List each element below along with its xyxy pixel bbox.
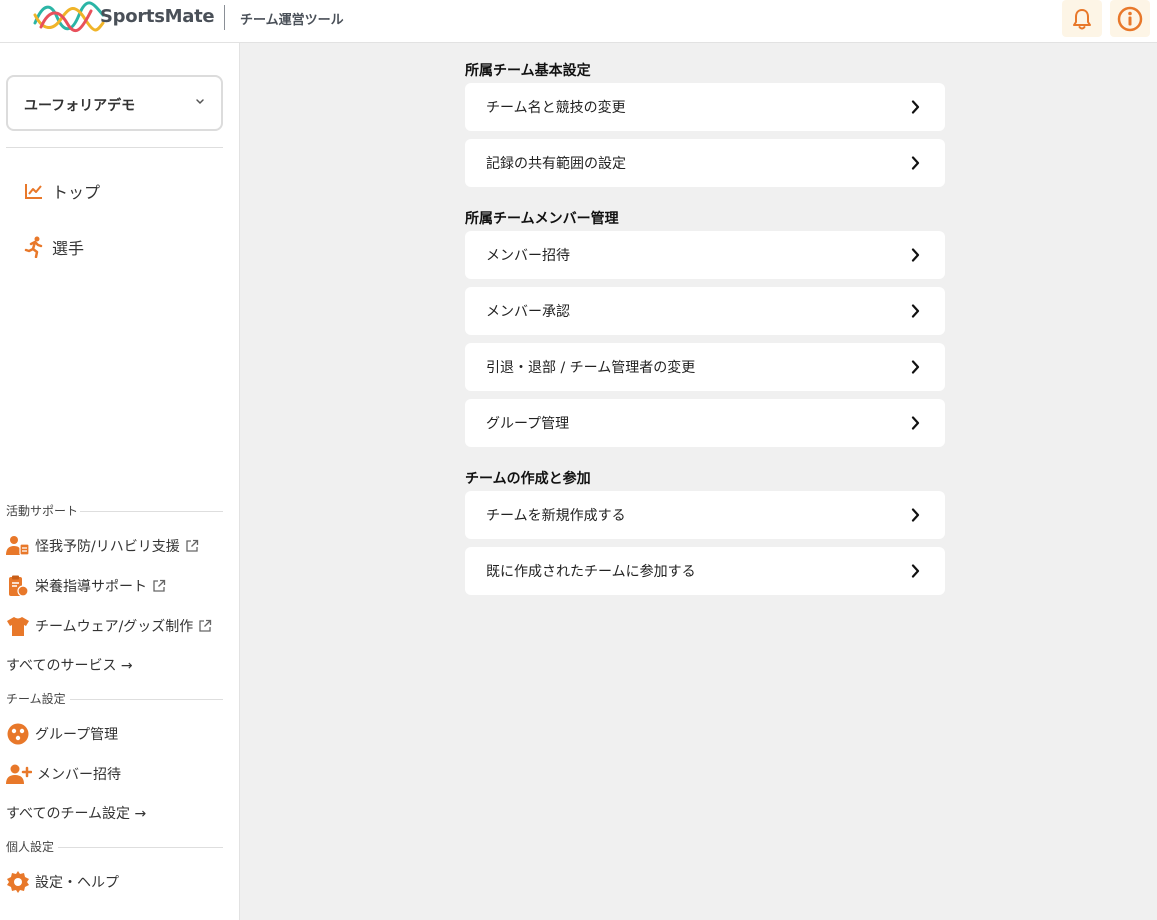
settings-item-share-scope[interactable]: 記録の共有範囲の設定 <box>465 139 945 187</box>
nav-item-label: トップ <box>52 183 101 202</box>
app-header: SportsMate チーム運営ツール <box>0 0 1157 43</box>
team-selector-value: ユーフォリアデモ <box>24 98 136 114</box>
chart-line-icon <box>25 184 42 199</box>
sidebar-item-label: 栄養指導サポート <box>35 579 147 595</box>
notifications-button[interactable] <box>1062 0 1102 37</box>
settings-item-label: チーム名と競技の変更 <box>486 100 626 116</box>
settings-item-label: メンバー承認 <box>486 304 570 320</box>
section-divider <box>70 699 223 700</box>
rehab-support-icon <box>6 536 30 556</box>
chevron-right-icon <box>911 248 920 262</box>
settings-item-label: 引退・退部 / チーム管理者の変更 <box>486 360 696 376</box>
section-title-member-management: 所属チームメンバー管理 <box>465 211 619 227</box>
settings-item-member-approval[interactable]: メンバー承認 <box>465 287 945 335</box>
nav-item-top[interactable]: トップ <box>24 178 100 204</box>
external-link-icon <box>198 619 212 633</box>
runner-icon <box>24 236 43 258</box>
section-label-team-settings: チーム設定 <box>6 692 66 706</box>
sidebar: ユーフォリアデモ トップ 選手 活動サポート 怪我予防/リハビリ支援 栄養指導サ… <box>0 43 240 920</box>
sidebar-item-group-management[interactable]: グループ管理 <box>6 722 118 746</box>
sidebar-item-label: 設定・ヘルプ <box>35 875 119 891</box>
tshirt-icon <box>7 617 29 636</box>
brand-name: SportsMate <box>100 6 215 27</box>
settings-item-create-team[interactable]: チームを新規作成する <box>465 491 945 539</box>
section-title-create-join: チームの作成と参加 <box>465 471 591 487</box>
sidebar-item-team-wear[interactable]: チームウェア/グッズ制作 <box>6 614 212 638</box>
settings-item-label: メンバー招待 <box>486 248 570 264</box>
sidebar-item-member-invite[interactable]: メンバー招待 <box>6 762 121 786</box>
sidebar-item-label: メンバー招待 <box>37 767 121 783</box>
settings-item-label: 既に作成されたチームに参加する <box>486 564 696 580</box>
sidebar-item-label: グループ管理 <box>35 727 119 743</box>
section-label-activity-support: 活動サポート <box>6 504 79 518</box>
sportsmate-logo-icon[interactable] <box>33 1 105 35</box>
group-icon <box>7 723 29 745</box>
section-label-personal-settings: 個人設定 <box>6 840 55 854</box>
settings-item-member-invite[interactable]: メンバー招待 <box>465 231 945 279</box>
nutrition-clipboard-icon <box>9 575 29 597</box>
chevron-right-icon <box>911 360 920 374</box>
settings-item-label: チームを新規作成する <box>486 508 626 524</box>
info-button[interactable] <box>1110 0 1150 37</box>
sidebar-item-rehab-support[interactable]: 怪我予防/リハビリ支援 <box>6 534 199 558</box>
bell-icon <box>1073 8 1091 29</box>
settings-item-label: グループ管理 <box>486 416 570 432</box>
all-team-settings-link[interactable]: すべてのチーム設定 → <box>6 803 146 823</box>
chevron-right-icon <box>911 304 920 318</box>
chevron-right-icon <box>911 100 920 114</box>
nav-item-label: 選手 <box>52 239 85 258</box>
settings-item-retire-admin-change[interactable]: 引退・退部 / チーム管理者の変更 <box>465 343 945 391</box>
nav-item-players[interactable]: 選手 <box>24 234 84 260</box>
user-plus-icon <box>6 764 32 784</box>
chevron-down-icon <box>196 99 204 105</box>
sidebar-divider <box>6 147 223 148</box>
gear-icon <box>7 871 29 893</box>
section-divider <box>58 847 223 848</box>
settings-item-join-team[interactable]: 既に作成されたチームに参加する <box>465 547 945 595</box>
sidebar-item-label: 怪我予防/リハビリ支援 <box>35 539 180 555</box>
section-divider <box>80 511 223 512</box>
chevron-right-icon <box>911 564 920 578</box>
team-selector[interactable]: ユーフォリアデモ <box>6 75 223 131</box>
sidebar-item-nutrition-support[interactable]: 栄養指導サポート <box>6 574 166 598</box>
tool-name: チーム運営ツール <box>240 13 344 28</box>
info-icon <box>1117 6 1143 31</box>
section-title-basic-settings: 所属チーム基本設定 <box>465 63 591 79</box>
chevron-right-icon <box>911 416 920 430</box>
settings-item-group-management[interactable]: グループ管理 <box>465 399 945 447</box>
chevron-right-icon <box>911 508 920 522</box>
external-link-icon <box>152 579 166 593</box>
chevron-right-icon <box>911 156 920 170</box>
header-divider <box>224 5 225 30</box>
sidebar-item-settings-help[interactable]: 設定・ヘルプ <box>6 870 119 894</box>
settings-item-change-team-name[interactable]: チーム名と競技の変更 <box>465 83 945 131</box>
all-services-link[interactable]: すべてのサービス → <box>6 655 133 675</box>
sidebar-item-label: チームウェア/グッズ制作 <box>35 619 194 635</box>
settings-item-label: 記録の共有範囲の設定 <box>486 156 626 172</box>
external-link-icon <box>185 539 199 553</box>
